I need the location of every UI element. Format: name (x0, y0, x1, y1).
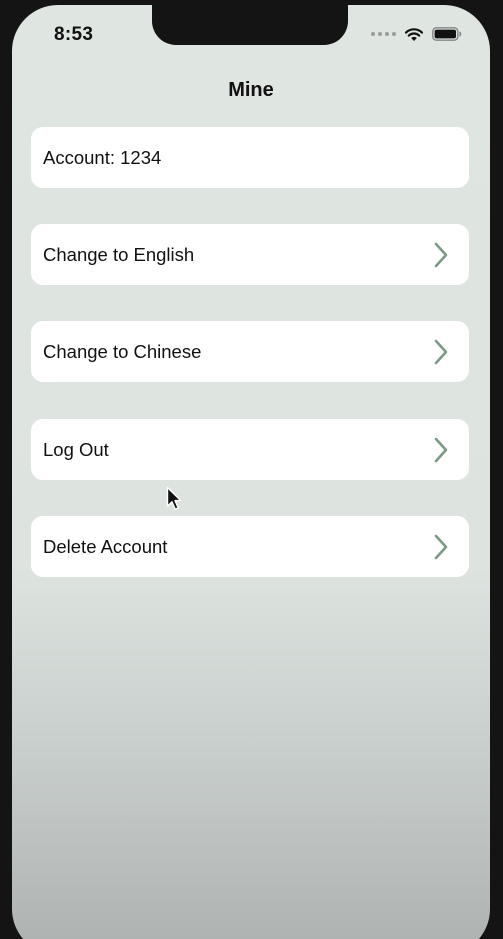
delete-account-label: Delete Account (43, 535, 168, 557)
device-frame: 8:53 Mine Account: 1234 Change to Englis… (0, 0, 503, 939)
mouse-pointer-icon (166, 486, 182, 510)
status-icons (371, 25, 462, 43)
change-to-english-row[interactable]: Change to English (31, 224, 469, 285)
page-title: Mine (228, 79, 274, 101)
wifi-icon (404, 27, 424, 41)
chevron-right-icon (434, 242, 448, 268)
app-screen: 8:53 Mine Account: 1234 Change to Englis… (12, 5, 490, 939)
battery-icon (432, 27, 462, 41)
log-out-label: Log Out (43, 438, 109, 460)
change-to-chinese-label: Change to Chinese (43, 340, 202, 362)
log-out-row[interactable]: Log Out (31, 419, 469, 480)
change-to-english-label: Change to English (43, 243, 195, 265)
change-to-chinese-row[interactable]: Change to Chinese (31, 321, 469, 382)
delete-account-row[interactable]: Delete Account (31, 516, 469, 577)
chevron-right-icon (434, 437, 448, 463)
status-time: 8:53 (54, 24, 94, 45)
account-card: Account: 1234 (31, 127, 469, 188)
account-label: Account: 1234 (43, 146, 162, 168)
chevron-right-icon (434, 534, 448, 560)
chevron-right-icon (434, 339, 448, 365)
notch (152, 5, 348, 45)
signal-dots-icon (371, 32, 396, 36)
